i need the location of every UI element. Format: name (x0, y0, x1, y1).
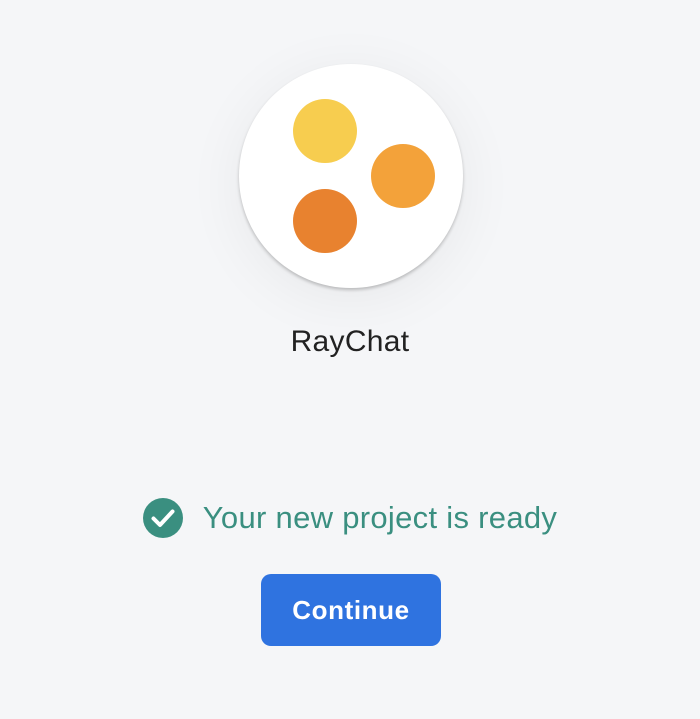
app-logo (239, 64, 463, 288)
status-text: Your new project is ready (202, 500, 558, 535)
logo-dot-yellow (293, 99, 357, 163)
continue-button[interactable]: Continue (261, 574, 441, 646)
logo-dot-dark-orange (293, 189, 357, 253)
check-circle-icon (142, 498, 183, 538)
app-name: RayChat (290, 325, 410, 358)
status-message: Your new project is ready (0, 496, 700, 540)
logo-dot-orange (371, 144, 435, 208)
